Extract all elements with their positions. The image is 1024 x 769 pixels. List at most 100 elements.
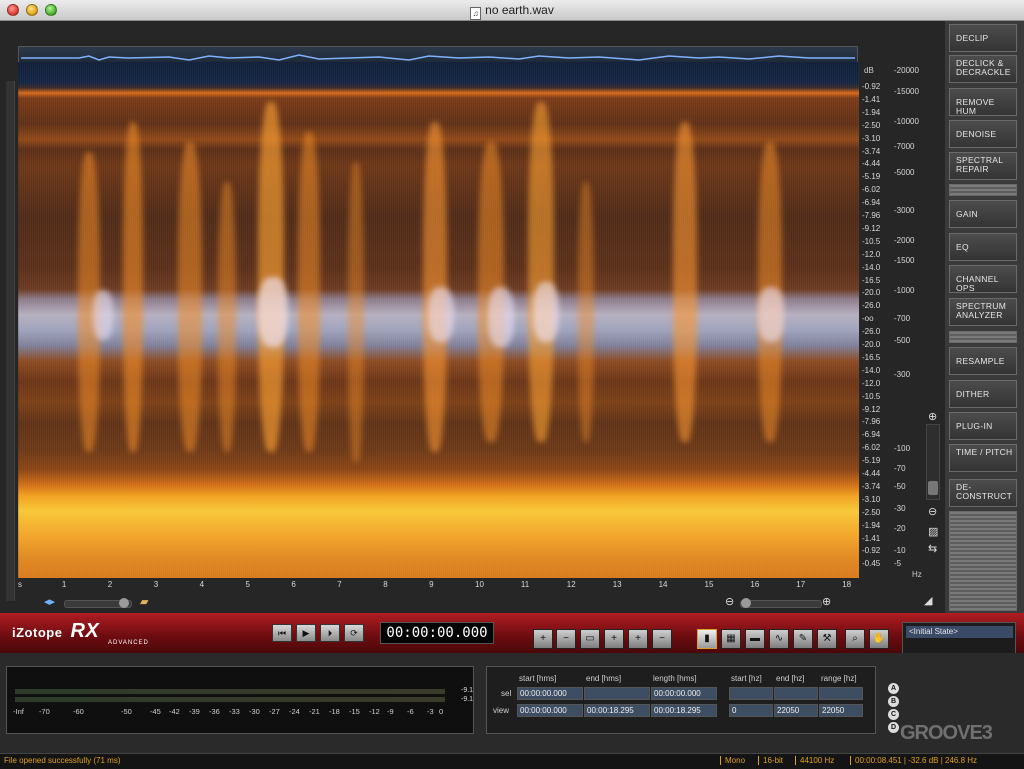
spectral-event: [578, 182, 594, 442]
spectrogram-view[interactable]: [18, 62, 859, 578]
left-panel-handle[interactable]: [6, 81, 15, 601]
module-plug-in-button[interactable]: PLUG-IN: [949, 412, 1017, 440]
selection-sel-cell[interactable]: [774, 687, 818, 700]
module-remove-hum-button[interactable]: REMOVE HUM: [949, 88, 1017, 116]
time-selection-tool[interactable]: ▮: [697, 629, 717, 649]
zoom-time-in-tool[interactable]: +: [604, 629, 624, 649]
waveform-spectrogram-blend-slider[interactable]: [64, 598, 132, 608]
selection-view-cell[interactable]: 0: [729, 704, 773, 717]
time-tick-label: 6: [291, 580, 296, 589]
db-tick-label: -7.96: [862, 417, 881, 427]
selection-header: end [hz]: [776, 674, 805, 683]
selection-sel-cell[interactable]: 00:00:00.000: [651, 687, 717, 700]
db-tick-label: -0.45: [862, 559, 881, 569]
module-dither-button[interactable]: DITHER: [949, 380, 1017, 408]
db-tick-label: -oo: [862, 314, 874, 324]
hz-tick-label: -70: [894, 464, 906, 473]
selection-view-cell[interactable]: 00:00:00.000: [517, 704, 583, 717]
selection-view-cell[interactable]: 00:00:18.295: [584, 704, 650, 717]
meter-scale-label: -36: [209, 707, 220, 716]
meter-scale-label: -3: [427, 707, 434, 716]
db-tick-label: -10.5: [862, 236, 881, 246]
selection-sel-cell[interactable]: [819, 687, 863, 700]
module-channel-ops-button[interactable]: CHANNEL OPS: [949, 265, 1017, 293]
db-tick-label: -6.94: [862, 430, 881, 440]
lasso-tool[interactable]: ∿: [769, 629, 789, 649]
module-time-pitch-button[interactable]: TIME / PITCH: [949, 444, 1017, 472]
loop-button[interactable]: ⟳: [344, 624, 364, 642]
module-gain-button[interactable]: GAIN: [949, 200, 1017, 228]
zoom-selection-tool[interactable]: ▭: [580, 629, 600, 649]
module-declick-decrackle-button[interactable]: DECLICK & DECRACKLE: [949, 55, 1017, 83]
time-tick-label: 14: [658, 580, 668, 589]
resize-corner-icon[interactable]: ◢: [924, 594, 932, 607]
selection-header: start [hz]: [731, 674, 762, 683]
db-tick-label: -5.19: [862, 456, 881, 466]
spectral-event: [673, 122, 697, 442]
time-tick-label: 18: [842, 580, 852, 589]
magic-wand-tool[interactable]: ⚒: [817, 629, 837, 649]
zoom-fit-tool[interactable]: −: [652, 629, 672, 649]
zoom-freq-tool[interactable]: +: [628, 629, 648, 649]
vertical-zoom-in-icon[interactable]: ⊕: [928, 410, 937, 423]
frequency-axis[interactable]: -20000 -15000 -10000 -7000 -5000 -3000 -2000 -1…: [888, 62, 922, 578]
db-tick-label: -9.12: [862, 404, 881, 414]
module-spectral-repair-button[interactable]: SPECTRAL REPAIR: [949, 152, 1017, 180]
module-resample-button[interactable]: RESAMPLE: [949, 347, 1017, 375]
module-denoise-button[interactable]: DENOISE: [949, 120, 1017, 148]
db-tick-label: -14.0: [862, 365, 881, 375]
spectral-event: [218, 182, 236, 452]
selection-sel-cell[interactable]: [584, 687, 650, 700]
hand-tool[interactable]: ✋: [869, 629, 889, 649]
horizontal-zoom-in-icon[interactable]: ⊕: [822, 595, 831, 608]
return-to-start-button[interactable]: ⏮: [272, 624, 292, 642]
play-selection-button[interactable]: ⏵: [320, 624, 340, 642]
db-tick-label: -3.10: [862, 133, 881, 143]
selection-sel-cell[interactable]: 00:00:00.000: [517, 687, 583, 700]
spectral-event: [348, 162, 364, 462]
timecode-display: 00:00:00.000: [380, 622, 494, 644]
meter-scale-label: -24: [289, 707, 300, 716]
hz-tick-label: -5: [894, 559, 902, 568]
selection-view-cell[interactable]: 00:00:18.295: [651, 704, 717, 717]
module-de-construct-button[interactable]: DE-CONSTRUCT: [949, 479, 1017, 507]
magnifier-tool[interactable]: ⌕: [845, 629, 865, 649]
horizontal-zoom-slider[interactable]: [740, 598, 822, 608]
spectral-event: [93, 290, 113, 340]
zoom-in-tool[interactable]: +: [533, 629, 553, 649]
selection-view-cell[interactable]: 22050: [819, 704, 863, 717]
db-tick-label: -26.0: [862, 301, 881, 311]
module-panel-filler: [949, 511, 1017, 611]
compare-b-button[interactable]: B: [888, 696, 899, 707]
vertical-zoom-slider[interactable]: [926, 424, 940, 500]
spectral-scale-icon[interactable]: ▨: [928, 525, 938, 538]
compare-a-button[interactable]: A: [888, 683, 899, 694]
db-tick-label: -9.12: [862, 223, 881, 233]
status-cursor-info: 00:00:08.451 | -32.6 dB | 246.8 Hz: [850, 756, 977, 765]
freq-selection-tool[interactable]: ▬: [745, 629, 765, 649]
hz-tick-label: -2000: [894, 236, 915, 245]
history-item-initial-state[interactable]: <Initial State>: [906, 626, 1013, 638]
time-axis[interactable]: s 1 2 3 4 5 6 7 8 9 10 11 12 13 14 15 16 17 18: [18, 580, 859, 592]
vertical-zoom-out-icon[interactable]: ⊖: [928, 505, 937, 518]
blend-waveform-icon[interactable]: ◂▸: [44, 595, 55, 608]
compare-c-button[interactable]: C: [888, 709, 899, 720]
peak-value-right: -9.1: [461, 696, 474, 703]
module-spectrum-analyzer-button[interactable]: SPECTRUM ANALYZER: [949, 298, 1017, 326]
play-button[interactable]: ▶: [296, 624, 316, 642]
module-declip-button[interactable]: DECLIP: [949, 24, 1017, 52]
rect-selection-tool[interactable]: ▦: [721, 629, 741, 649]
db-tick-label: -6.94: [862, 198, 881, 208]
zoom-out-tool[interactable]: −: [556, 629, 576, 649]
selection-view-cell[interactable]: 22050: [774, 704, 818, 717]
waveform-blend-icon[interactable]: ⇆: [928, 542, 937, 555]
horizontal-zoom-out-icon[interactable]: ⊖: [725, 595, 734, 608]
selection-sel-cell[interactable]: [729, 687, 773, 700]
db-tick-label: -1.41: [862, 94, 881, 104]
brush-tool[interactable]: ✎: [793, 629, 813, 649]
compare-d-button[interactable]: D: [888, 722, 899, 733]
db-tick-label: -20.0: [862, 288, 881, 298]
spectral-event: [758, 287, 784, 342]
izotope-rx-logo: iZotope RX ADVANCED: [12, 620, 149, 646]
module-eq-button[interactable]: EQ: [949, 233, 1017, 261]
